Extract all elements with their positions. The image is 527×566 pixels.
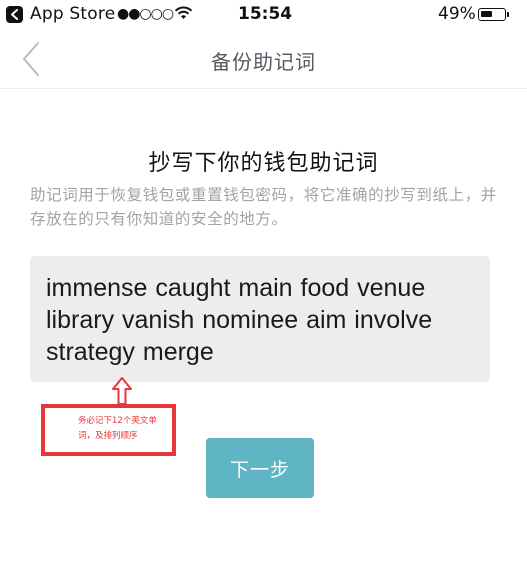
status-bar: App Store ●●○○○ 15:54 49% <box>0 0 527 30</box>
mnemonic-phrase-box: immense caught main food venue library v… <box>30 256 490 382</box>
wifi-icon <box>174 6 193 19</box>
back-to-app-icon[interactable] <box>6 6 23 23</box>
battery-percent: 49% <box>438 4 476 24</box>
battery-icon <box>478 8 506 21</box>
page-title: 备份助记词 <box>211 50 316 74</box>
status-time: 15:54 <box>238 4 293 24</box>
next-step-button[interactable]: 下一步 <box>206 438 314 498</box>
back-to-app-label[interactable]: App Store <box>30 4 115 24</box>
instruction-heading: 抄写下你的钱包助记词 <box>148 151 379 176</box>
battery-tip-icon <box>507 12 509 17</box>
annotation-arrow-icon <box>112 377 132 405</box>
mnemonic-phrase: immense caught main food venue library v… <box>46 274 433 366</box>
battery-level-fill <box>481 11 492 17</box>
backup-mnemonic-screen: App Store ●●○○○ 15:54 49% 备份助记词 抄写下你的钱包助… <box>0 0 527 566</box>
instruction-description: 助记词用于恢复钱包或重置钱包密码，将它准确的抄写到纸上，并存放在的只有你知道的安… <box>30 186 497 228</box>
annotation-note: 务必记下12个英文单词，及排列顺序 <box>78 416 157 441</box>
signal-strength-icon: ●●○○○ <box>117 6 174 22</box>
navigation-bar: 备份助记词 <box>0 30 527 89</box>
